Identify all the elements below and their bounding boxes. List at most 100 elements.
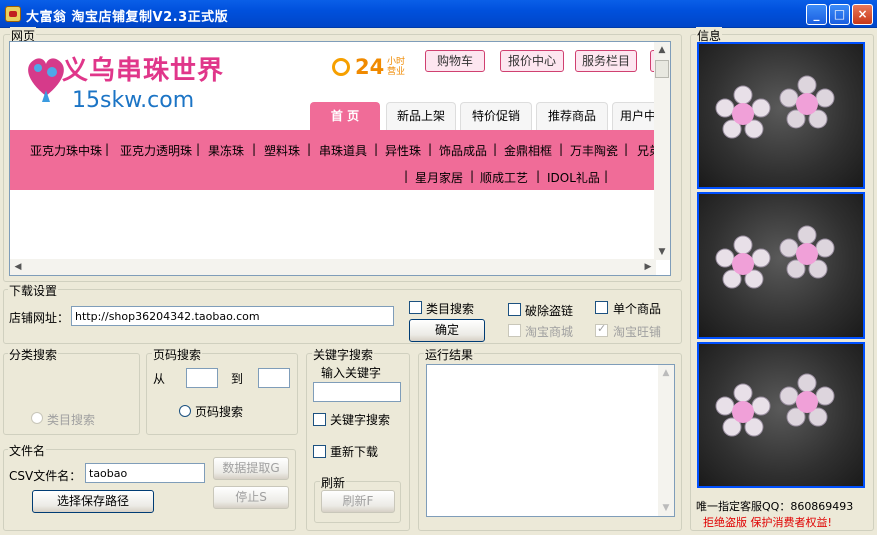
- category-link[interactable]: 星月家居: [415, 169, 463, 186]
- webview-horizontal-scrollbar[interactable]: ◀ ▶: [10, 259, 656, 275]
- title-bar[interactable]: 大富翁 淘宝店铺复制V2.3正式版 _ □ ×: [0, 0, 877, 28]
- flower-earring-icon: [715, 85, 771, 139]
- extract-data-button[interactable]: 数据提取G: [213, 457, 289, 480]
- separator: |: [470, 169, 475, 183]
- break-hotlink-label: 破除盗链: [525, 304, 574, 318]
- nav-services[interactable]: 服务栏目: [575, 50, 637, 72]
- flower-earring-icon: [779, 75, 835, 129]
- single-product-checkbox[interactable]: [595, 301, 608, 314]
- taobao-wangpu-label: 淘宝旺铺: [613, 325, 662, 339]
- category-link[interactable]: 万丰陶瓷: [570, 142, 618, 159]
- separator: |: [196, 142, 201, 156]
- tab-home[interactable]: 首 页: [310, 102, 380, 130]
- results-scrollbar[interactable]: ▲ ▼: [658, 365, 674, 516]
- filename-group-label: 文件名: [8, 442, 47, 459]
- flower-earring-icon: [715, 235, 771, 289]
- support-qq-text: 唯一指定客服QQ：860869493: [696, 500, 854, 513]
- flower-earring-icon: [779, 373, 835, 427]
- taobao-wangpu-checkbox[interactable]: [595, 322, 608, 337]
- minimize-button[interactable]: _: [806, 4, 827, 25]
- keyword-search-group-label: 关键字搜索: [312, 346, 375, 363]
- single-product-label: 单个商品: [613, 302, 662, 316]
- app-icon: [5, 6, 21, 22]
- scroll-right-icon[interactable]: ▶: [640, 259, 656, 275]
- category-link[interactable]: IDOL礼品: [547, 169, 600, 186]
- page-search-group-label: 页码搜索: [152, 346, 203, 363]
- close-button[interactable]: ×: [852, 4, 873, 25]
- webview-vertical-scrollbar[interactable]: ▲ ▼: [654, 42, 670, 260]
- category-link[interactable]: 亚克力透明珠: [120, 142, 192, 159]
- category-link[interactable]: 异性珠: [385, 142, 421, 159]
- store-url-input[interactable]: [71, 306, 394, 326]
- category-search-radio-label: 类目搜索: [47, 413, 96, 427]
- refresh-button[interactable]: 刷新F: [321, 490, 395, 513]
- results-group-label: 运行结果: [424, 346, 475, 363]
- refresh-group-label: 刷新: [320, 474, 347, 491]
- category-link[interactable]: 塑料珠: [264, 142, 300, 159]
- scroll-down-icon[interactable]: ▼: [654, 244, 670, 260]
- category-link[interactable]: 串珠道具: [319, 142, 367, 159]
- separator: |: [428, 142, 433, 156]
- separator: |: [536, 169, 541, 183]
- category-search-group-label: 分类搜索: [8, 346, 59, 363]
- scroll-thumb[interactable]: [655, 60, 669, 78]
- maximize-button[interactable]: □: [829, 4, 850, 25]
- page-search-radio-label: 页码搜索: [195, 405, 244, 419]
- scroll-up-icon[interactable]: ▲: [658, 365, 674, 381]
- separator: |: [624, 142, 629, 156]
- keyword-input-label: 输入关键字: [321, 366, 382, 380]
- keyword-search-checkbox[interactable]: [313, 413, 326, 426]
- scroll-left-icon[interactable]: ◀: [10, 259, 26, 275]
- separator: |: [493, 142, 498, 156]
- tab-new[interactable]: 新品上架: [386, 102, 456, 130]
- taobao-mall-label: 淘宝商城: [525, 325, 574, 339]
- keyword-input[interactable]: [313, 382, 401, 402]
- nav-quote-center[interactable]: 报价中心: [500, 50, 564, 72]
- category-search-checkbox[interactable]: [409, 301, 422, 314]
- anti-piracy-text: 拒绝盗版 保护消费者权益!: [703, 516, 832, 529]
- product-image[interactable]: [697, 192, 865, 339]
- break-hotlink-checkbox[interactable]: [508, 303, 521, 316]
- csv-filename-input[interactable]: [85, 463, 205, 483]
- hours-top: 小时: [387, 57, 406, 67]
- web-view[interactable]: 义乌串珠世界 15skw.com 24 小时 营业 购物车 报价中心 服务栏目 …: [9, 41, 671, 276]
- product-image[interactable]: [697, 342, 865, 488]
- download-settings-label: 下载设置: [8, 282, 59, 299]
- product-image[interactable]: [697, 42, 865, 189]
- csv-filename-label: CSV文件名：: [9, 469, 82, 483]
- category-link[interactable]: 顺成工艺: [480, 169, 528, 186]
- category-link[interactable]: 金鼎相框: [504, 142, 552, 159]
- stop-button[interactable]: 停止S: [213, 486, 289, 509]
- site-logo-domain: 15skw.com: [72, 88, 195, 113]
- page-to-input[interactable]: [258, 368, 290, 388]
- hours-number: 24: [355, 55, 385, 79]
- separator: |: [252, 142, 257, 156]
- tab-sale[interactable]: 特价促销: [460, 102, 532, 130]
- store-url-label: 店铺网址：: [9, 311, 70, 325]
- window-title: 大富翁 淘宝店铺复制V2.3正式版: [26, 10, 229, 25]
- page-to-label: 到: [231, 372, 244, 386]
- taobao-mall-checkbox[interactable]: [508, 324, 521, 337]
- separator: |: [559, 142, 564, 156]
- separator: |: [307, 142, 312, 156]
- results-textarea[interactable]: ▲ ▼: [426, 364, 675, 517]
- hours-bottom: 营业: [387, 67, 406, 77]
- tab-recommend[interactable]: 推荐商品: [536, 102, 608, 130]
- clock-icon: [332, 58, 350, 76]
- site-logo-text: 义乌串珠世界: [62, 56, 225, 86]
- choose-save-path-button[interactable]: 选择保存路径: [32, 490, 154, 513]
- page-from-input[interactable]: [186, 368, 218, 388]
- redownload-checkbox[interactable]: [313, 445, 326, 458]
- page-search-radio[interactable]: [179, 405, 191, 417]
- separator: |: [404, 169, 409, 183]
- confirm-button[interactable]: 确定: [409, 319, 485, 342]
- category-search-radio[interactable]: [31, 412, 43, 424]
- scroll-down-icon[interactable]: ▼: [658, 500, 674, 516]
- nav-cart[interactable]: 购物车: [425, 50, 485, 72]
- scroll-up-icon[interactable]: ▲: [654, 42, 670, 58]
- separator: |: [374, 142, 379, 156]
- category-link[interactable]: 果冻珠: [208, 142, 244, 159]
- category-link[interactable]: 饰品成品: [439, 142, 487, 159]
- redownload-label: 重新下载: [330, 445, 379, 459]
- category-link[interactable]: 亚克力珠中珠: [30, 142, 102, 159]
